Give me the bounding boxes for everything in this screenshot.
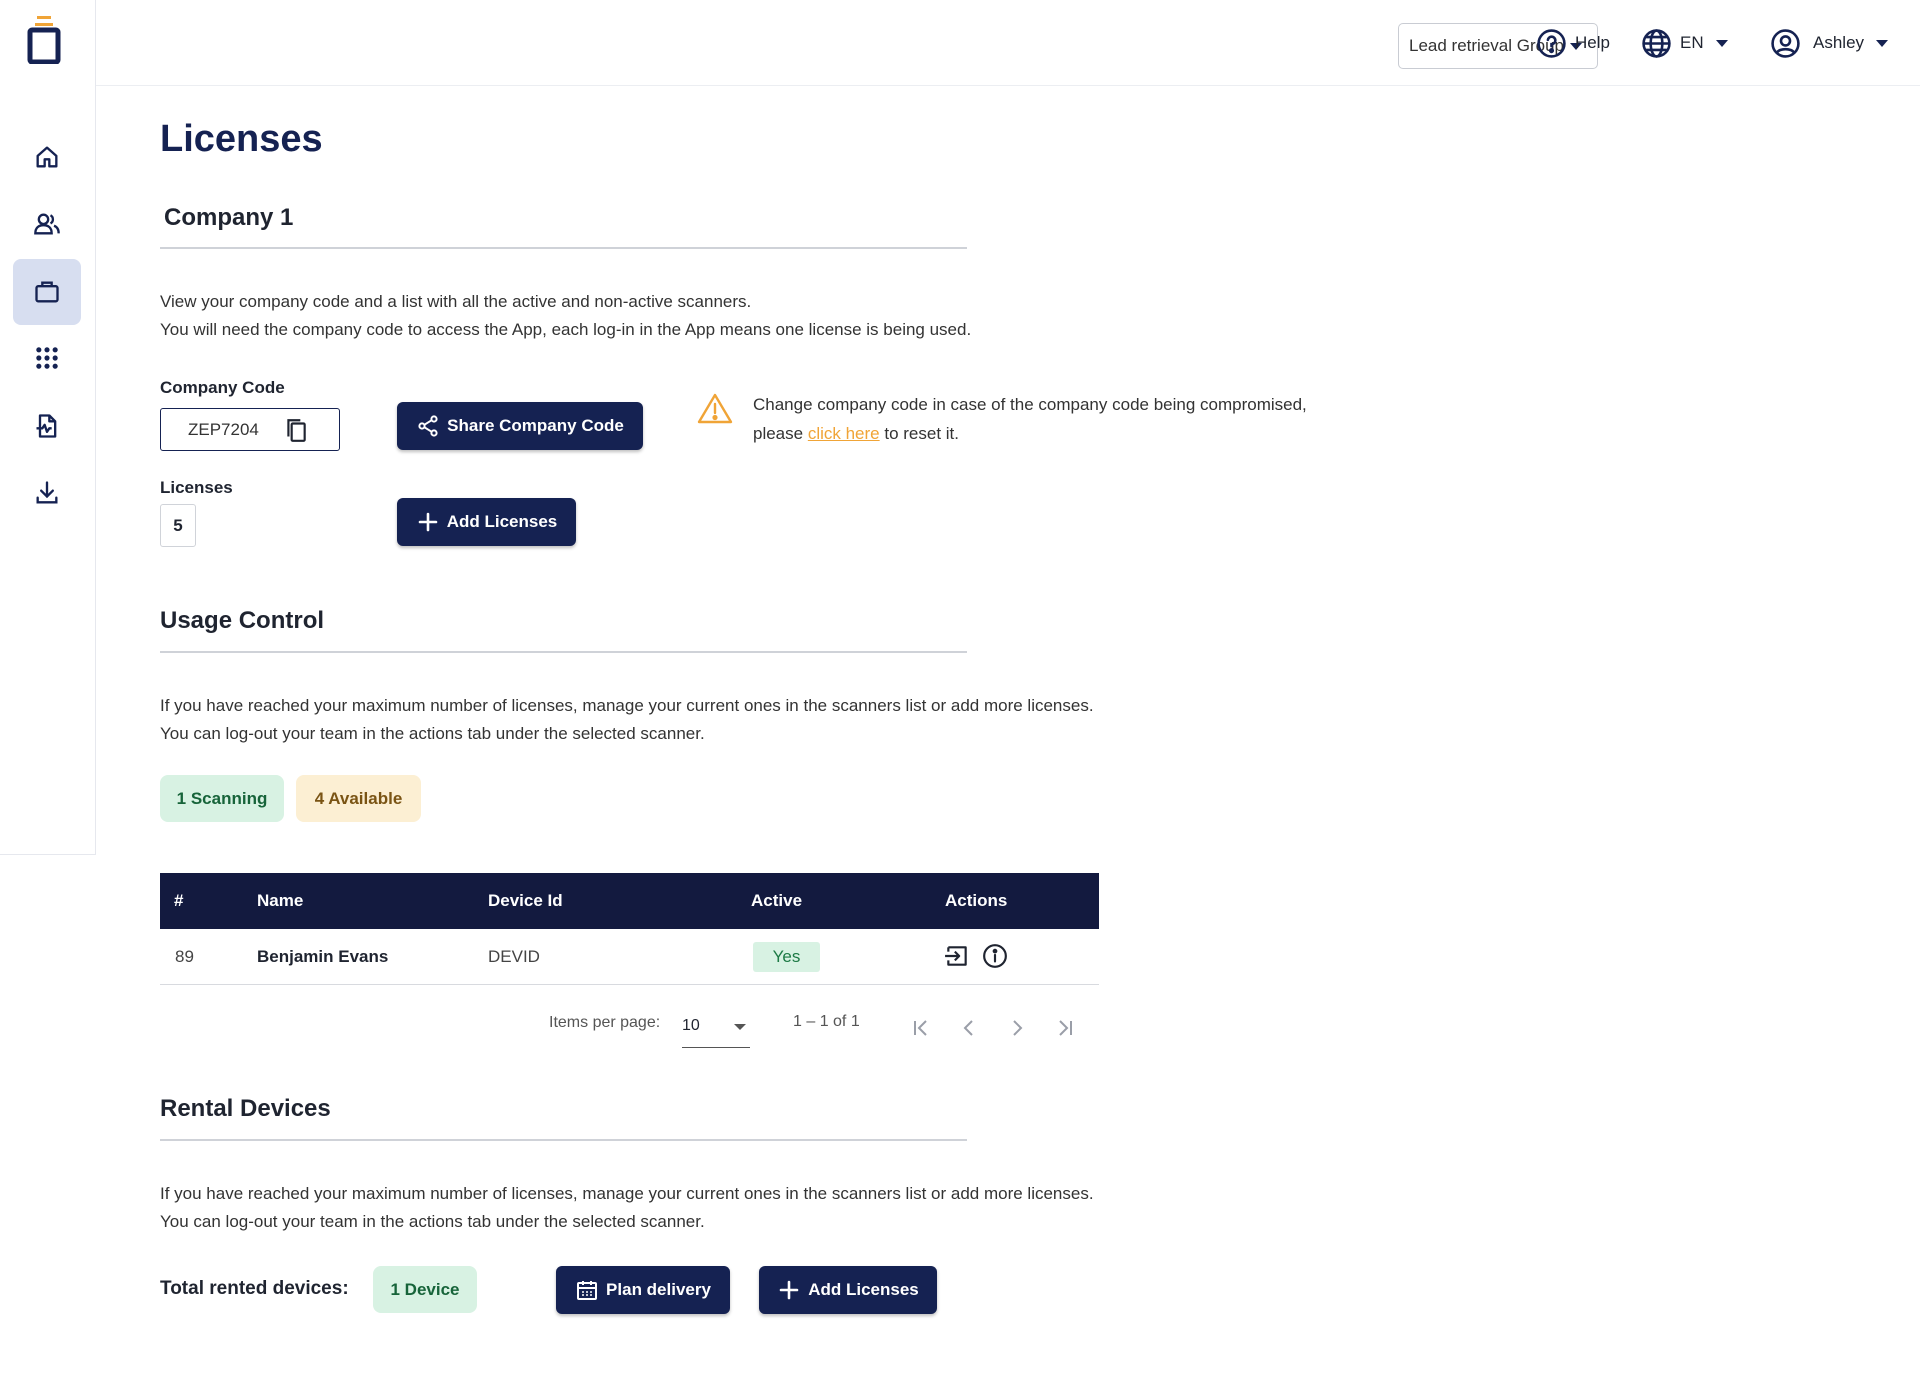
add-licenses-label: Add Licenses (446, 512, 558, 531)
table-row: 89 Benjamin Evans DEVID Yes (160, 929, 1099, 985)
table-header: # Name Device Id Active Actions (160, 873, 1099, 929)
chevron-down-icon (734, 1024, 746, 1030)
sidebar-item-home[interactable] (13, 124, 81, 190)
user-circle-icon (1771, 28, 1800, 58)
row-number: 89 (175, 947, 194, 966)
company-description: View your company code and a list with a… (160, 288, 971, 344)
warning-line: please click here to reset it. (753, 419, 1307, 448)
items-per-page-value: 10 (682, 1017, 700, 1034)
company-code-field: ZEP7204 (160, 408, 340, 451)
items-per-page-label: Items per page: (549, 1014, 661, 1031)
rental-devices-title: Rental Devices (160, 1095, 331, 1122)
document-chart-icon (36, 414, 57, 438)
warning-pre: please (753, 424, 808, 443)
section-divider (160, 651, 967, 653)
plan-delivery-button[interactable]: Plan delivery (556, 1266, 730, 1314)
description-line: You will need the company code to access… (160, 320, 972, 339)
page-range: 1 – 1 of 1 (793, 1013, 860, 1030)
share-company-code-button[interactable]: Share Company Code (397, 402, 643, 450)
warning-text: Change company code in case of the compa… (753, 390, 1307, 448)
sidebar-item-reports[interactable] (13, 393, 81, 459)
sidebar-item-licenses[interactable] (13, 259, 81, 325)
user-menu[interactable]: Ashley (1770, 26, 1889, 60)
scanning-badge: 1 Scanning (160, 775, 284, 822)
sidebar-item-apps[interactable] (13, 325, 81, 391)
description-line: You can log-out your team in the actions… (160, 1212, 705, 1231)
logout-icon[interactable] (944, 943, 970, 969)
description-line: If you have reached your maximum number … (160, 1184, 1094, 1203)
row-name: Benjamin Evans (257, 947, 389, 966)
section-divider (160, 247, 967, 249)
add-licenses-button[interactable]: Add Licenses (397, 498, 576, 546)
calendar-icon (577, 1281, 598, 1300)
company-code-value: ZEP7204 (188, 419, 259, 439)
licenses-count: 5 (160, 504, 196, 547)
licenses-label: Licenses (160, 478, 233, 497)
total-rented-label: Total rented devices: (160, 1278, 349, 1299)
reset-code-link[interactable]: click here (808, 424, 880, 443)
globe-icon (1642, 28, 1671, 58)
next-page-icon[interactable] (1005, 1016, 1029, 1040)
company-code-label: Company Code (160, 378, 285, 397)
grid-icon (36, 347, 58, 369)
active-badge: Yes (753, 942, 820, 972)
paginator: Items per page: 10 1 – 1 of 1 (160, 1004, 1099, 1048)
info-icon[interactable] (982, 943, 1008, 969)
column-header-actions: Actions (945, 891, 1008, 910)
chevron-down-icon (1876, 39, 1889, 47)
description-line: If you have reached your maximum number … (160, 696, 1094, 715)
share-company-code-label: Share Company Code (447, 416, 624, 435)
column-header-active: Active (751, 891, 803, 910)
language-select[interactable]: EN (1641, 26, 1728, 60)
rental-add-licenses-label: Add Licenses (808, 1280, 919, 1299)
company-title: Company 1 (164, 204, 294, 231)
warning-line: Change company code in case of the compa… (753, 395, 1307, 414)
sidebar-item-downloads[interactable] (13, 460, 81, 526)
plus-icon (418, 512, 438, 532)
usage-description: If you have reached your maximum number … (160, 692, 1094, 748)
column-header-name: Name (257, 891, 304, 910)
usage-control-title: Usage Control (160, 607, 325, 634)
sidebar-item-users[interactable] (13, 191, 81, 257)
user-name: Ashley (1813, 33, 1865, 52)
page-title: Licenses (160, 118, 323, 160)
help-link[interactable]: Help (1536, 26, 1610, 60)
home-icon (36, 146, 58, 168)
column-header-device: Device Id (488, 891, 563, 910)
items-per-page-select[interactable]: 10 (682, 1012, 750, 1048)
copy-icon[interactable] (283, 417, 309, 443)
available-badge: 4 Available (296, 775, 421, 822)
plan-delivery-label: Plan delivery (606, 1280, 711, 1299)
warning-icon (697, 393, 733, 424)
help-icon (1537, 28, 1566, 58)
chevron-down-icon (1715, 39, 1728, 47)
scanners-table: # Name Device Id Active Actions 89 Benja… (160, 873, 1099, 985)
rental-add-licenses-button[interactable]: Add Licenses (759, 1266, 937, 1314)
warning-post: to reset it. (879, 424, 960, 443)
previous-page-icon[interactable] (957, 1016, 981, 1040)
app-logo[interactable] (27, 16, 61, 65)
language-label: EN (1680, 33, 1704, 52)
download-icon (36, 481, 58, 504)
description-line: You can log-out your team in the actions… (160, 724, 705, 743)
top-bar: Lead retrieval Group Help EN Ashley (96, 0, 1920, 86)
description-line: View your company code and a list with a… (160, 292, 752, 311)
last-page-icon[interactable] (1053, 1016, 1077, 1040)
column-header-number: # (174, 891, 184, 910)
rental-description: If you have reached your maximum number … (160, 1180, 1094, 1236)
help-label: Help (1575, 33, 1610, 52)
row-device-id: DEVID (488, 947, 540, 966)
sidebar (0, 0, 96, 855)
rented-devices-badge: 1 Device (373, 1266, 477, 1313)
first-page-icon[interactable] (909, 1016, 933, 1040)
users-icon (34, 213, 60, 235)
plus-icon (779, 1280, 799, 1300)
section-divider (160, 1139, 967, 1141)
briefcase-icon (35, 281, 59, 303)
share-icon (418, 415, 438, 437)
